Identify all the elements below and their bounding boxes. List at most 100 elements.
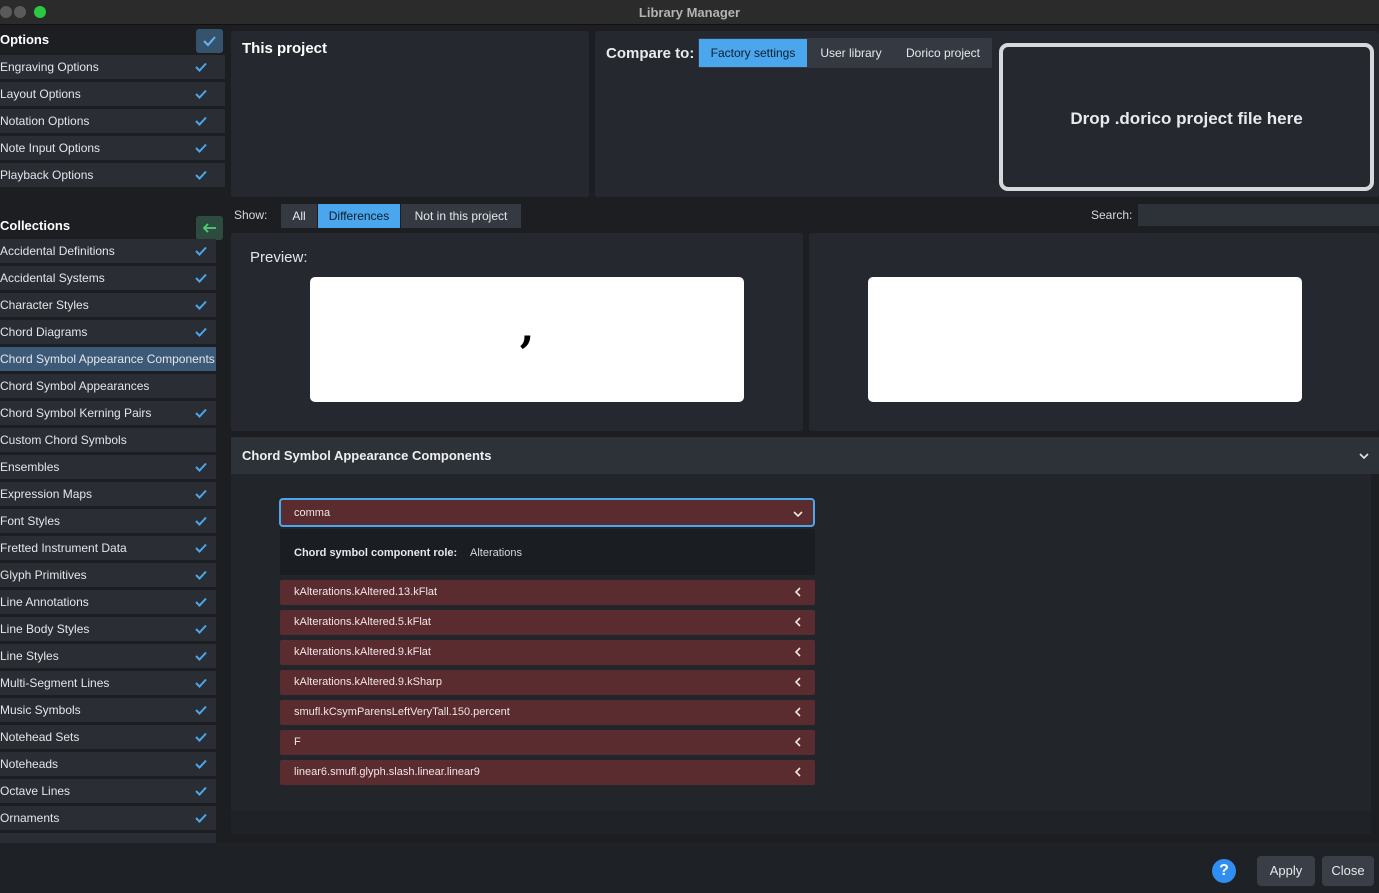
chevron-down-icon — [793, 511, 803, 518]
sidebar-item-label: Chord Symbol Appearances — [0, 379, 150, 393]
component-row[interactable]: linear6.smufl.glyph.slash.linear.linear9 — [280, 760, 815, 785]
component-row[interactable]: kAlterations.kAltered.5.kFlat — [280, 610, 815, 635]
window-title: Library Manager — [638, 5, 741, 20]
details-header[interactable]: Chord Symbol Appearance Components — [231, 437, 1379, 474]
sidebar-collection-item[interactable]: Music Symbols — [0, 698, 216, 723]
check-icon — [195, 462, 207, 472]
collections-header-label: Collections — [0, 218, 71, 233]
sidebar-collection-item[interactable]: Octave Lines — [0, 779, 216, 804]
component-row[interactable]: kAlterations.kAltered.9.kFlat — [280, 640, 815, 665]
component-row-label: kAlterations.kAltered.5.kFlat — [294, 616, 431, 628]
component-row[interactable]: kAlterations.kAltered.9.kSharp — [280, 670, 815, 695]
sidebar-collection-item[interactable]: Noteheads — [0, 752, 216, 777]
options-header-label: Options — [0, 32, 50, 47]
sidebar-item-label: Character Styles — [0, 298, 89, 312]
component-row[interactable]: kAlterations.kAltered.13.kFlat — [280, 580, 815, 605]
show-label: Show: — [234, 208, 268, 222]
check-icon — [195, 273, 207, 283]
check-icon — [195, 516, 207, 526]
filter-tab-all[interactable]: All — [281, 204, 317, 228]
sidebar-collection-item[interactable]: Fretted Instrument Data — [0, 536, 216, 561]
component-row[interactable]: F — [280, 730, 815, 755]
chevron-left-icon — [794, 707, 801, 717]
project-title: This project — [242, 40, 328, 57]
chevron-left-icon — [794, 677, 801, 687]
sidebar-item-label: Note Input Options — [0, 141, 101, 155]
sidebar-collection-item[interactable]: Custom Chord Symbols — [0, 428, 216, 453]
close-button[interactable]: Close — [1322, 856, 1374, 886]
sidebar-collection-item[interactable]: Notehead Sets — [0, 725, 216, 750]
check-icon — [195, 786, 207, 796]
preview-canvas-project: , — [310, 277, 744, 402]
this-project-panel: This project — [231, 31, 589, 197]
sidebar-collection-item[interactable]: Line Styles — [0, 644, 216, 669]
footer-bar — [0, 843, 1379, 893]
drop-zone-text: Drop .dorico project file here — [1070, 109, 1303, 128]
select-all-options-button[interactable] — [196, 29, 223, 53]
chevron-left-icon — [794, 617, 801, 627]
check-icon — [195, 624, 207, 634]
check-icon — [203, 36, 216, 47]
check-icon — [195, 116, 207, 126]
compare-panel: Compare to: Factory settings User librar… — [595, 31, 1379, 197]
check-icon — [195, 327, 207, 337]
sidebar-item-label: Accidental Systems — [0, 271, 105, 285]
sidebar-collection-item[interactable]: Glyph Primitives — [0, 563, 216, 588]
sidebar-collection-item[interactable]: Accidental Definitions — [0, 239, 216, 264]
filter-tab-differences[interactable]: Differences — [318, 204, 400, 228]
sidebar-collection-item[interactable]: Line Annotations — [0, 590, 216, 615]
sidebar-collection-item[interactable]: Chord Symbol Kerning Pairs — [0, 401, 216, 426]
tab-dorico-project[interactable]: Dorico project — [895, 39, 991, 67]
check-icon — [195, 732, 207, 742]
sidebar-option-item[interactable]: Engraving Options — [0, 55, 225, 80]
component-row[interactable]: smufl.kCsymParensLeftVeryTall.150.percen… — [280, 700, 815, 725]
sidebar-collection-item[interactable]: Accidental Systems — [0, 266, 216, 291]
sidebar-collection-item[interactable]: Chord Symbol Appearance Components — [0, 347, 216, 372]
sidebar-option-item[interactable]: Notation Options — [0, 109, 225, 134]
sidebar-collection-item[interactable]: Chord Symbol Appearances — [0, 374, 216, 399]
sidebar-option-item[interactable]: Playback Options — [0, 163, 225, 188]
import-collections-button[interactable] — [196, 216, 223, 240]
drop-zone[interactable]: Drop .dorico project file here — [999, 43, 1374, 191]
filter-tab-not-in-project[interactable]: Not in this project — [401, 204, 521, 228]
role-value: Alterations — [470, 547, 522, 559]
sidebar-collection-item[interactable]: Character Styles — [0, 293, 216, 318]
tab-user-library[interactable]: User library — [808, 39, 894, 67]
sidebar-option-item[interactable]: Layout Options — [0, 82, 225, 107]
component-select[interactable]: comma — [279, 498, 815, 527]
sidebar-option-item[interactable]: Note Input Options — [0, 136, 225, 161]
check-icon — [195, 300, 207, 310]
sidebar-collection-item[interactable]: Multi-Segment Lines — [0, 671, 216, 696]
collections-header: Collections — [0, 212, 225, 240]
sidebar-item-label: Chord Symbol Appearance Components — [0, 352, 215, 366]
chevron-down-icon — [1359, 453, 1369, 460]
search-input[interactable] — [1138, 204, 1379, 226]
sidebar-item-label: Notehead Sets — [0, 730, 80, 744]
check-icon — [195, 759, 207, 769]
sidebar-collection-item[interactable]: Expression Maps — [0, 482, 216, 507]
help-button[interactable]: ? — [1212, 859, 1236, 883]
check-icon — [195, 89, 207, 99]
sidebar-item-label: Multi-Segment Lines — [0, 676, 110, 690]
sidebar-item-label: Line Body Styles — [0, 622, 90, 636]
chevron-left-icon — [794, 767, 801, 777]
sidebar-collection-item[interactable]: Font Styles — [0, 509, 216, 534]
apply-button[interactable]: Apply — [1257, 856, 1315, 886]
sidebar-item-label: Line Styles — [0, 649, 59, 663]
sidebar-collection-item[interactable]: Ensembles — [0, 455, 216, 480]
preview-panel-project: Preview: , — [231, 233, 803, 431]
sidebar-item-label: Chord Diagrams — [0, 325, 88, 339]
preview-label: Preview: — [250, 249, 308, 266]
sidebar-item-label: Line Annotations — [0, 595, 89, 609]
sidebar: Options Engraving Options Layout Options N… — [0, 26, 225, 843]
sidebar-collection-item[interactable]: Line Body Styles — [0, 617, 216, 642]
sidebar-collection-item[interactable] — [0, 833, 216, 843]
check-icon — [195, 170, 207, 180]
sidebar-item-label: Music Symbols — [0, 703, 81, 717]
tab-factory-settings[interactable]: Factory settings — [699, 39, 807, 67]
check-icon — [195, 246, 207, 256]
check-icon — [195, 543, 207, 553]
sidebar-collection-item[interactable]: Ornaments — [0, 806, 216, 831]
compare-label: Compare to: — [606, 45, 695, 62]
sidebar-collection-item[interactable]: Chord Diagrams — [0, 320, 216, 345]
